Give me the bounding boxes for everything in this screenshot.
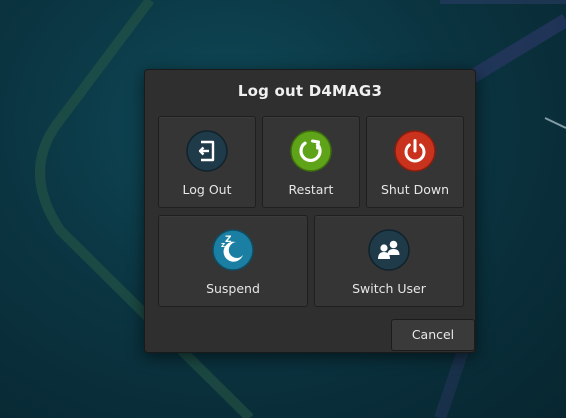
suspend-label: Suspend: [206, 281, 260, 296]
cancel-button[interactable]: Cancel: [391, 319, 475, 351]
restart-icon: [290, 130, 332, 172]
restart-button[interactable]: Restart: [262, 116, 360, 208]
log-out-label: Log Out: [182, 182, 232, 197]
suspend-button[interactable]: z Z Suspend: [158, 215, 308, 307]
switch-user-icon: [368, 229, 410, 271]
shut-down-button[interactable]: Shut Down: [366, 116, 464, 208]
restart-label: Restart: [288, 182, 334, 197]
switch-user-button[interactable]: Switch User: [314, 215, 464, 307]
logout-dialog: Log out D4MAG3 Log Out Restart Shut Down…: [144, 69, 476, 353]
switch-user-label: Switch User: [352, 281, 426, 296]
shut-down-label: Shut Down: [380, 182, 450, 197]
log-out-button[interactable]: Log Out: [158, 116, 256, 208]
suspend-icon: z Z: [212, 229, 254, 271]
dialog-title: Log out D4MAG3: [237, 82, 383, 100]
svg-text:Z: Z: [225, 235, 232, 245]
shut-down-icon: [394, 130, 436, 172]
log-out-icon: [186, 130, 228, 172]
